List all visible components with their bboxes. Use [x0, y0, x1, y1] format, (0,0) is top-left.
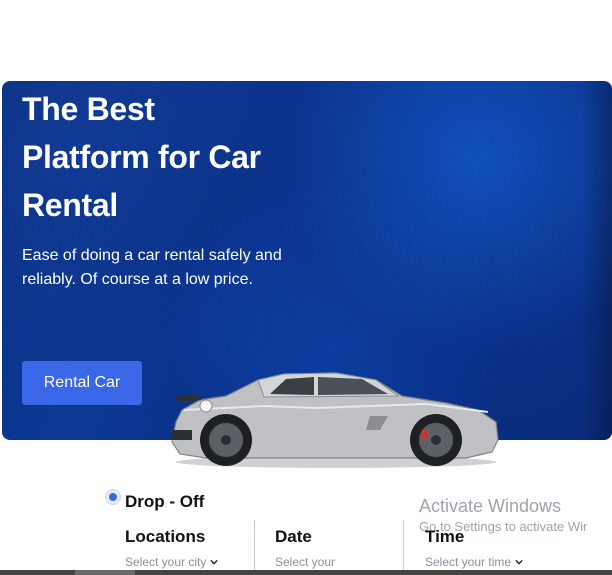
hero-title: The Best Platform for Car Rental [22, 91, 261, 223]
drop-off-radio[interactable] [106, 490, 120, 504]
chevron-down-icon [210, 559, 219, 565]
radio-selected-dot [109, 493, 117, 501]
drop-off-label: Drop - Off [125, 492, 205, 511]
rental-car-button[interactable]: Rental Car [22, 361, 142, 405]
activate-windows-title: Activate Windows [419, 496, 562, 516]
field-divider [254, 520, 255, 575]
time-placeholder: Select your time [425, 555, 512, 569]
date-field[interactable]: Date Select your [275, 527, 415, 569]
time-select[interactable]: Select your time [425, 555, 565, 569]
field-divider [403, 520, 404, 575]
date-placeholder: Select your [275, 555, 336, 569]
locations-field[interactable]: Locations Select your city [125, 527, 265, 569]
car-image [171, 372, 499, 468]
date-select[interactable]: Select your [275, 555, 415, 569]
scrollbar-thumb[interactable] [75, 570, 135, 575]
locations-label: Locations [125, 527, 206, 546]
locations-placeholder: Select your city [125, 555, 207, 569]
hero-subtitle: Ease of doing a car rental safely and re… [22, 247, 282, 288]
horizontal-scrollbar[interactable] [0, 570, 612, 575]
locations-select[interactable]: Select your city [125, 555, 265, 569]
activate-windows-subtitle: Go to Settings to activate Wir [419, 519, 588, 534]
date-label: Date [275, 527, 312, 546]
chevron-down-icon [515, 559, 523, 565]
hero-edge-shadow [582, 81, 612, 440]
